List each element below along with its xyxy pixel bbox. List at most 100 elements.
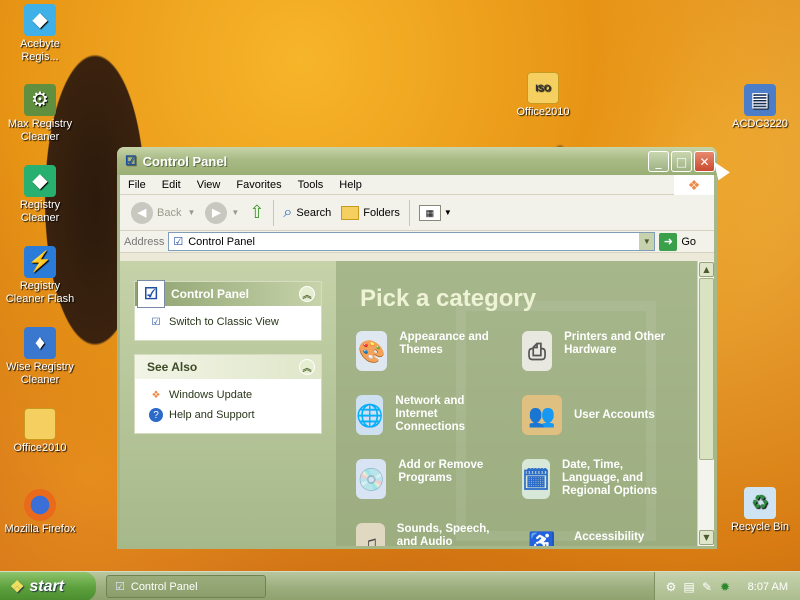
content-area: ☑ Control Panel ︽ ☑ Switch to Classic Vi… — [120, 261, 714, 546]
wise-registry-icon: ♦ — [24, 327, 56, 359]
start-button[interactable]: ❖ start — [0, 572, 96, 600]
acdc-icon: ▤ — [744, 84, 776, 116]
acebyte-icon: ◆ — [24, 4, 56, 36]
see-also-box: See Also ︽ ❖ Windows Update ? Help and S… — [134, 354, 322, 434]
date-time-globe-icon: 🗓 — [522, 459, 550, 499]
minimize-button[interactable]: _ — [648, 151, 669, 172]
scroll-up-button[interactable]: ▲ — [699, 262, 714, 277]
tray-gear-icon[interactable]: ✹ — [717, 579, 733, 595]
category-printers-hardware[interactable]: ⎙ Printers and Other Hardware — [522, 331, 682, 371]
forward-button[interactable]: ▶ ▼ — [200, 198, 244, 228]
collapse-icon[interactable]: ︽ — [299, 286, 315, 302]
windows-update-link[interactable]: ❖ Windows Update — [149, 385, 311, 405]
address-label: Address — [124, 235, 165, 248]
desktop-icon-acdc[interactable]: ▤ ACDC3220 — [721, 84, 799, 131]
tray-app-icon[interactable]: ⚙ — [663, 579, 679, 595]
go-arrow-icon: ➜ — [659, 232, 678, 251]
scroll-thumb[interactable] — [699, 278, 714, 460]
recycle-bin-icon: ♻ — [744, 487, 776, 519]
taskbar: ❖ start ☑ Control Panel ⚙ ▤ ✎ ✹ 8:07 AM — [0, 571, 800, 600]
desktop-icon-wise-registry[interactable]: ♦ Wise Registry Cleaner — [1, 327, 79, 387]
control-panel-icon: ☑ — [173, 236, 184, 248]
taskbar-control-panel[interactable]: ☑ Control Panel — [106, 575, 266, 598]
add-remove-programs-icon: 💿 — [356, 459, 387, 499]
folders-button[interactable]: Folders — [336, 198, 405, 228]
windows-update-icon: ❖ — [151, 389, 161, 401]
control-panel-window: ☑ Control Panel _ □ ✕ File Edit View Fav… — [117, 147, 717, 549]
sounds-icon: ♫ — [356, 523, 385, 546]
desktop-icon-acebyte[interactable]: ◆ Acebyte Regis... — [1, 4, 79, 64]
category-network-internet[interactable]: 🌐 Network and Internet Connections — [356, 395, 506, 435]
system-tray: ⚙ ▤ ✎ ✹ 8:07 AM — [654, 572, 800, 600]
title-bar[interactable]: ☑ Control Panel — [117, 147, 717, 175]
toolbar-separator — [408, 199, 410, 226]
windows-flag-icon: ❖ — [10, 578, 25, 596]
menu-tools[interactable]: Tools — [290, 179, 332, 191]
folder-icon — [24, 408, 56, 440]
maximize-button[interactable]: □ — [671, 151, 692, 172]
category-appearance-themes[interactable]: 🎨 Appearance and Themes — [356, 331, 506, 371]
menu-view[interactable]: View — [189, 179, 229, 191]
control-panel-icon: ☑ — [125, 153, 137, 168]
firefox-icon — [24, 489, 56, 521]
desktop-icon-registry-cleaner[interactable]: ◆ Registry Cleaner — [1, 165, 79, 225]
collapse-icon[interactable]: ︽ — [299, 359, 315, 375]
menu-file[interactable]: File — [120, 179, 154, 191]
address-dropdown-icon[interactable]: ▼ — [639, 233, 655, 250]
address-field[interactable]: ☑ Control Panel ▼ — [168, 232, 656, 251]
desktop-icon-office2010-left[interactable]: Office2010 — [1, 408, 79, 455]
search-button[interactable]: ⌕ Search — [278, 198, 336, 228]
switch-classic-view-link[interactable]: ☑ Switch to Classic View — [149, 312, 311, 332]
chevron-down-icon: ▼ — [231, 208, 240, 217]
views-icon: ▦ — [418, 204, 441, 221]
scroll-down-button[interactable]: ▼ — [699, 530, 714, 545]
folders-icon — [341, 205, 360, 220]
desktop-icon-office2010-iso[interactable]: ISO Office2010 — [504, 72, 582, 119]
help-support-link[interactable]: ? Help and Support — [149, 405, 311, 425]
max-registry-icon: ⚙ — [24, 84, 56, 116]
see-also-body: ❖ Windows Update ? Help and Support — [135, 379, 321, 433]
control-panel-large-icon: ☑ — [137, 280, 165, 308]
category-date-time-language[interactable]: 🗓 Date, Time, Language, and Regional Opt… — [522, 459, 682, 499]
desktop-icon-registry-cleaner-flash[interactable]: ⚡ Registry Cleaner Flash — [1, 246, 79, 306]
help-icon: ? — [149, 408, 163, 422]
views-button[interactable]: ▦ ▼ — [414, 198, 457, 228]
appearance-themes-icon: 🎨 — [356, 331, 388, 371]
iso-folder-icon: ISO — [527, 72, 559, 104]
network-globe-icon: 🌐 — [356, 395, 384, 435]
category-add-remove-programs[interactable]: 💿 Add or Remove Programs — [356, 459, 506, 499]
control-panel-icon: ☑ — [115, 581, 125, 593]
registry-cleaner-flash-icon: ⚡ — [24, 246, 56, 278]
chevron-down-icon: ▼ — [443, 208, 452, 217]
up-folder-button[interactable]: ⇧ — [244, 198, 269, 228]
back-button[interactable]: ◀ Back ▼ — [126, 198, 200, 228]
menu-help[interactable]: Help — [331, 179, 370, 191]
menu-bar: File Edit View Favorites Tools Help ❖ — [120, 175, 714, 195]
tray-registry-icon[interactable]: ✎ — [699, 579, 715, 595]
control-panel-small-icon: ☑ — [151, 316, 161, 328]
printer-icon: ⎙ — [522, 331, 553, 371]
desktop-icon-recycle-bin[interactable]: ♻ Recycle Bin — [721, 487, 799, 534]
tray-network-icon[interactable]: ▤ — [681, 579, 697, 595]
forward-arrow-icon: ▶ — [205, 201, 228, 224]
menu-favorites[interactable]: Favorites — [228, 179, 289, 191]
desktop-icon-max-registry[interactable]: ⚙ Max Registry Cleaner — [1, 84, 79, 144]
registry-cleaner-icon: ◆ — [24, 165, 56, 197]
accessibility-icon: ♿ — [528, 530, 556, 546]
up-folder-icon: ⇧ — [249, 202, 265, 222]
category-sounds-speech-audio[interactable]: ♫ Sounds, Speech, and Audio — [356, 523, 506, 546]
vertical-scrollbar[interactable]: ▲ ▼ — [697, 261, 714, 546]
desktop-icon-firefox[interactable]: Mozilla Firefox — [1, 489, 79, 536]
menu-edit[interactable]: Edit — [154, 179, 189, 191]
windows-logo-icon: ❖ — [674, 175, 714, 195]
clock[interactable]: 8:07 AM — [748, 581, 788, 593]
category-accessibility[interactable]: ♿ Accessibility — [522, 523, 682, 546]
go-button[interactable]: ➜ Go — [659, 232, 696, 251]
toolbar-separator — [273, 199, 275, 226]
toolbar: ◀ Back ▼ ▶ ▼ ⇧ ⌕ Search Folders ▦ ▼ — [120, 195, 714, 231]
see-also-header[interactable]: See Also ︽ — [135, 355, 321, 379]
back-arrow-icon: ◀ — [131, 201, 153, 224]
user-accounts-icon: 👥 — [522, 395, 562, 435]
control-panel-box-header[interactable]: ☑ Control Panel ︽ — [135, 280, 321, 308]
category-user-accounts[interactable]: 👥 User Accounts — [522, 395, 682, 435]
